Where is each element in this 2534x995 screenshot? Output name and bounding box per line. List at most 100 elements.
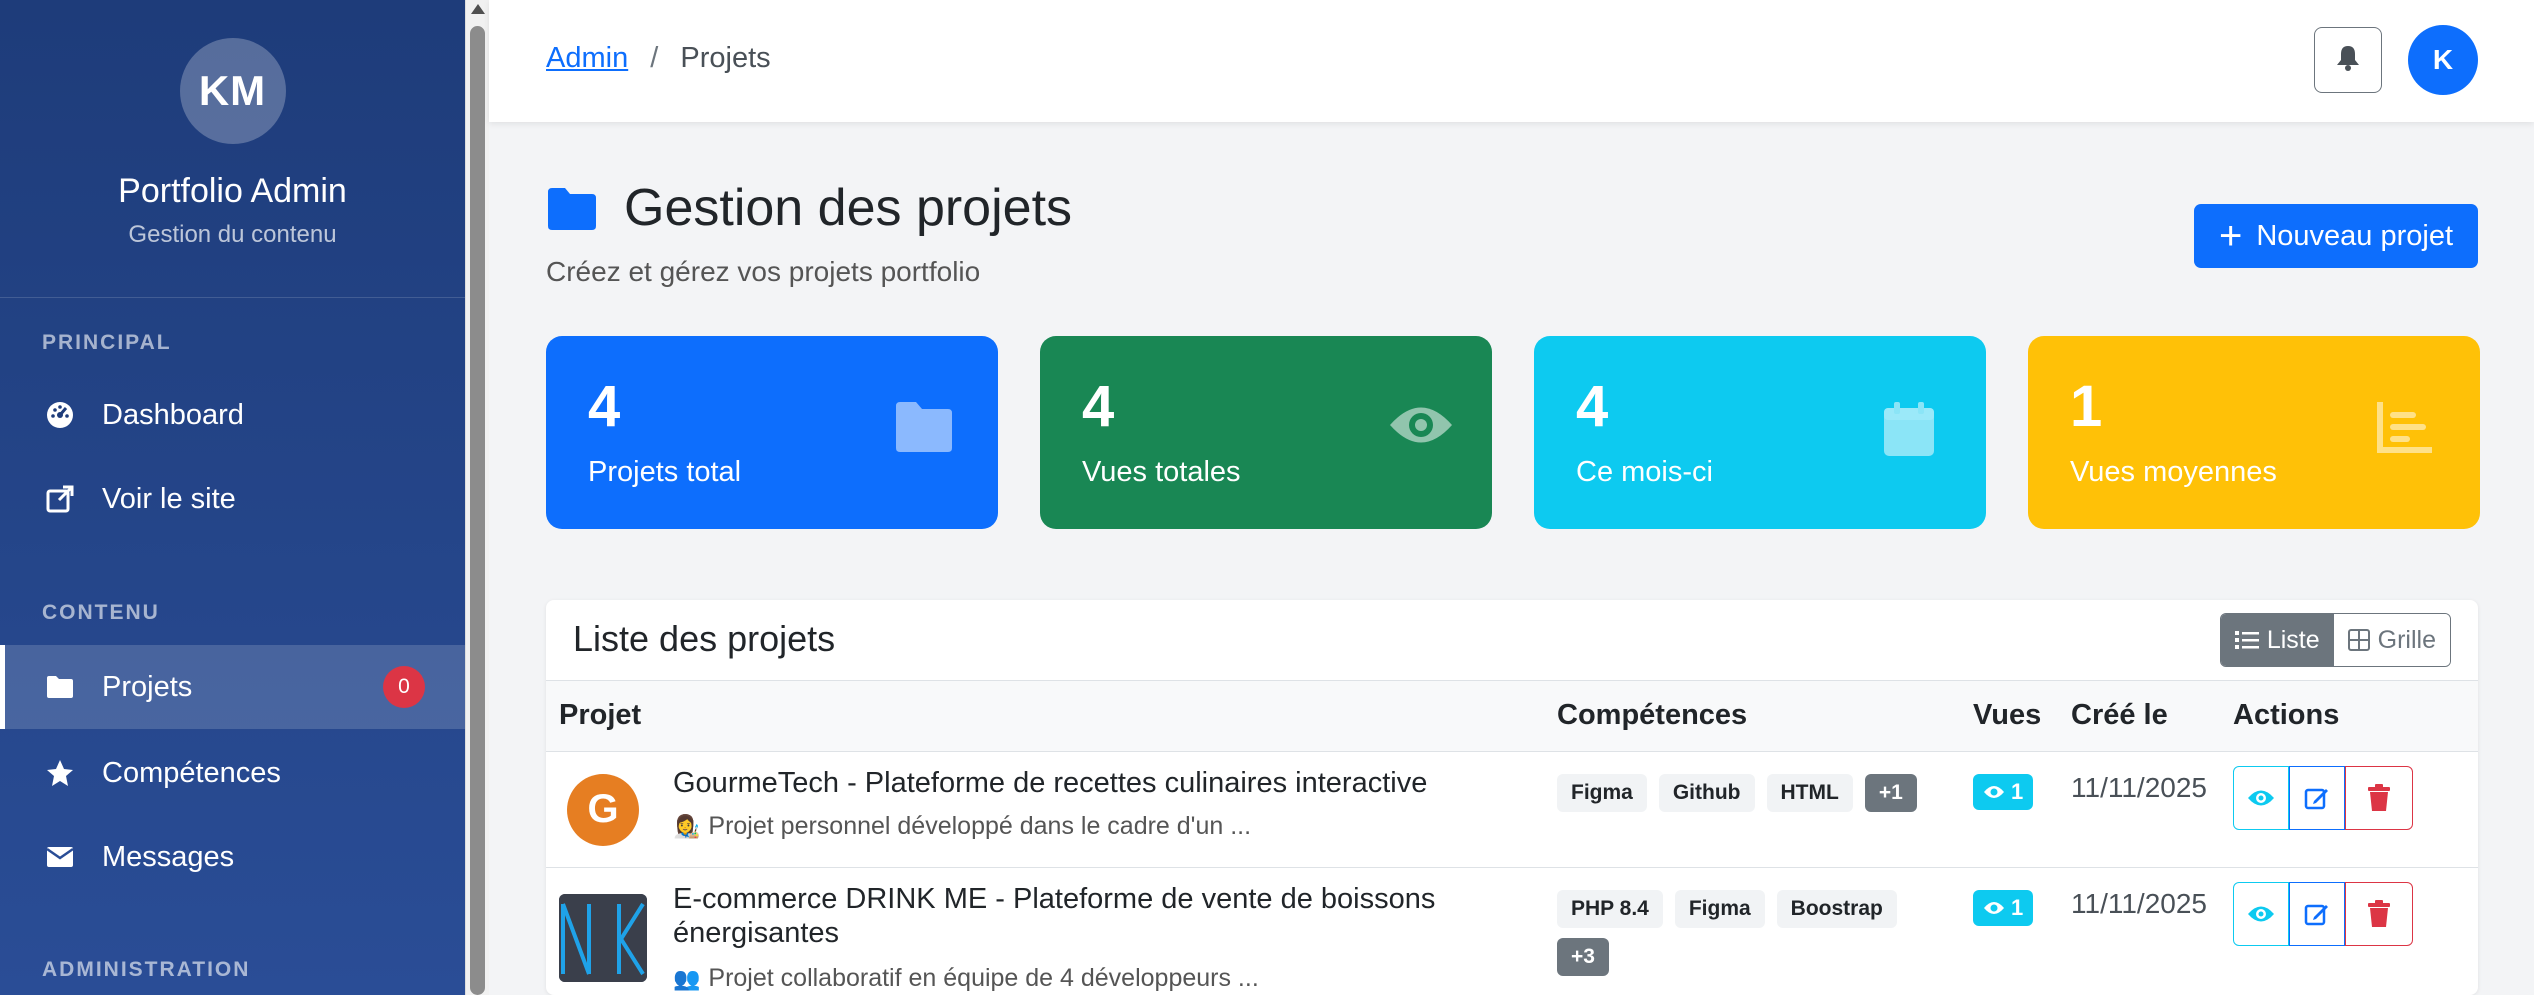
column-header-competences: Compétences xyxy=(1544,681,1960,752)
eye-icon xyxy=(2248,790,2274,805)
sidebar-item-dashboard[interactable]: Dashboard xyxy=(0,373,465,457)
plus-icon: + xyxy=(2218,214,2243,258)
eye-icon xyxy=(1984,901,2004,914)
section-label-contenu: CONTENU xyxy=(42,601,160,624)
skills-cell: PHP 8.4 Figma Boostrap +3 xyxy=(1544,867,1960,995)
breadcrumb-separator: / xyxy=(650,42,659,74)
column-header-actions: Actions xyxy=(2220,681,2478,752)
page-subtitle: Créez et gérez vos projets portfolio xyxy=(546,256,981,287)
actions-cell xyxy=(2220,867,2478,995)
sidebar-item-label: Projets xyxy=(102,670,193,703)
edit-button[interactable] xyxy=(2289,881,2345,946)
bell-icon xyxy=(2335,44,2361,77)
table-row: E-commerce DRINK ME - Plateforme de vent… xyxy=(546,867,2478,995)
trash-icon xyxy=(2368,783,2390,811)
eye-icon xyxy=(1984,785,2004,798)
breadcrumb-link-admin[interactable]: Admin xyxy=(546,42,628,74)
eye-icon xyxy=(2248,906,2274,921)
skills-cell: Figma Github HTML +1 xyxy=(1544,751,1960,868)
new-project-label: Nouveau projet xyxy=(2256,219,2454,252)
views-cell: 1 xyxy=(1960,751,2058,868)
star-icon xyxy=(42,755,78,791)
delete-button[interactable] xyxy=(2345,765,2413,830)
edit-button[interactable] xyxy=(2289,765,2345,830)
sidebar-item-messages[interactable]: Messages xyxy=(0,815,465,899)
table-header-row: Projet Compétences Vues Créé le Actions xyxy=(546,681,2478,752)
sidebar-item-label: Compétences xyxy=(102,756,281,789)
skill-chip: Figma xyxy=(1557,773,1647,812)
project-image xyxy=(559,893,647,982)
view-button[interactable] xyxy=(2233,765,2289,830)
brand-title: Portfolio Admin xyxy=(118,172,347,210)
user-avatar[interactable]: K xyxy=(2408,25,2478,95)
sidebar-item-projets[interactable]: Projets 0 xyxy=(0,645,465,729)
folder-icon xyxy=(546,185,598,231)
new-project-button[interactable]: + Nouveau projet xyxy=(2194,204,2478,268)
notifications-button[interactable] xyxy=(2314,27,2382,93)
grid-view-button[interactable]: Grille xyxy=(2333,614,2450,666)
project-description: 👥 Projet collaboratif en équipe de 4 déve… xyxy=(673,964,1531,993)
project-description-text: Projet collaboratif en équipe de 4 dével… xyxy=(708,963,1259,992)
card-header: Liste des projets Liste Grille xyxy=(546,600,2478,681)
sidebar-item-label: Dashboard xyxy=(102,398,244,431)
date-cell: 11/11/2025 xyxy=(2058,867,2220,995)
edit-icon xyxy=(2304,788,2328,809)
page-title: Gestion des projets xyxy=(546,178,1072,238)
views-cell: 1 xyxy=(1960,867,2058,995)
sidebar: KM Portfolio Admin Gestion du contenu PR… xyxy=(0,0,465,995)
grid-view-label: Grille xyxy=(2377,625,2436,654)
skill-chip: Boostrap xyxy=(1776,889,1897,928)
count-badge: 0 xyxy=(383,666,425,708)
scrollbar-thumb[interactable] xyxy=(470,26,485,995)
column-header-cree-le: Créé le xyxy=(2058,681,2220,752)
grid-icon xyxy=(2347,629,2370,651)
breadcrumb: Admin / Projets xyxy=(546,42,771,75)
card-title: Liste des projets xyxy=(573,618,836,659)
project-thumbnail: G xyxy=(559,766,647,854)
main-content: Admin / Projets K Gestion des projets Cr… xyxy=(489,0,2534,995)
stat-card-projets-total: 4 Projets total xyxy=(546,336,998,529)
project-title: E-commerce DRINK ME - Plateforme de vent… xyxy=(673,882,1436,949)
sidebar-brand: KM Portfolio Admin Gestion du contenu xyxy=(0,0,465,298)
column-header-vues: Vues xyxy=(1960,681,2058,752)
view-button[interactable] xyxy=(2233,881,2289,946)
delete-button[interactable] xyxy=(2345,881,2413,946)
skill-chip: HTML xyxy=(1766,773,1853,812)
project-title: GourmeTech - Plateforme de recettes culi… xyxy=(673,766,1428,799)
sidebar-item-label: Voir le site xyxy=(102,482,236,515)
external-link-icon xyxy=(42,481,78,517)
list-view-button[interactable]: Liste xyxy=(2220,614,2334,666)
views-count: 1 xyxy=(2011,778,2024,804)
artist-emoji-icon: 👩‍🎨 xyxy=(673,813,701,839)
sidebar-item-voir-le-site[interactable]: Voir le site xyxy=(0,457,465,541)
column-header-projet: Projet xyxy=(546,681,1544,752)
page-title-text: Gestion des projets xyxy=(624,179,1073,237)
more-skills-badge: +3 xyxy=(1557,937,1609,976)
list-icon xyxy=(2234,630,2259,650)
sidebar-item-competences[interactable]: Compétences xyxy=(0,731,465,815)
project-cell: G GourmeTech - Plateforme de recettes cu… xyxy=(546,751,1544,868)
views-badge: 1 xyxy=(1973,773,2034,810)
date-cell: 11/11/2025 xyxy=(2058,751,2220,868)
sidebar-item-label: Messages xyxy=(102,840,235,873)
skill-chip: Github xyxy=(1658,773,1755,812)
view-toggle: Liste Grille xyxy=(2219,613,2451,667)
project-thumbnail xyxy=(559,893,647,982)
stat-card-vues-totales: 4 Vues totales xyxy=(1040,336,1492,529)
envelope-icon xyxy=(42,839,78,875)
eye-icon xyxy=(1388,400,1452,464)
avatar: KM xyxy=(179,38,286,144)
actions-cell xyxy=(2220,751,2478,868)
stat-card-ce-mois-ci: 4 Ce mois-ci xyxy=(1534,336,1986,529)
sidebar-scrollbar[interactable] xyxy=(465,0,489,995)
brand-subtitle: Gestion du contenu xyxy=(128,221,337,248)
list-view-label: Liste xyxy=(2266,625,2320,654)
topbar: Admin / Projets K xyxy=(489,0,2534,122)
project-letter-avatar: G xyxy=(567,773,639,846)
table-row: G GourmeTech - Plateforme de recettes cu… xyxy=(546,751,2478,868)
team-emoji-icon: 👥 xyxy=(673,965,701,991)
stat-card-vues-moyennes: 1 Vues moyennes xyxy=(2028,336,2480,529)
edit-icon xyxy=(2304,904,2328,925)
projects-table: Projet Compétences Vues Créé le Actions … xyxy=(546,681,2478,995)
scroll-up-icon[interactable] xyxy=(471,4,485,14)
